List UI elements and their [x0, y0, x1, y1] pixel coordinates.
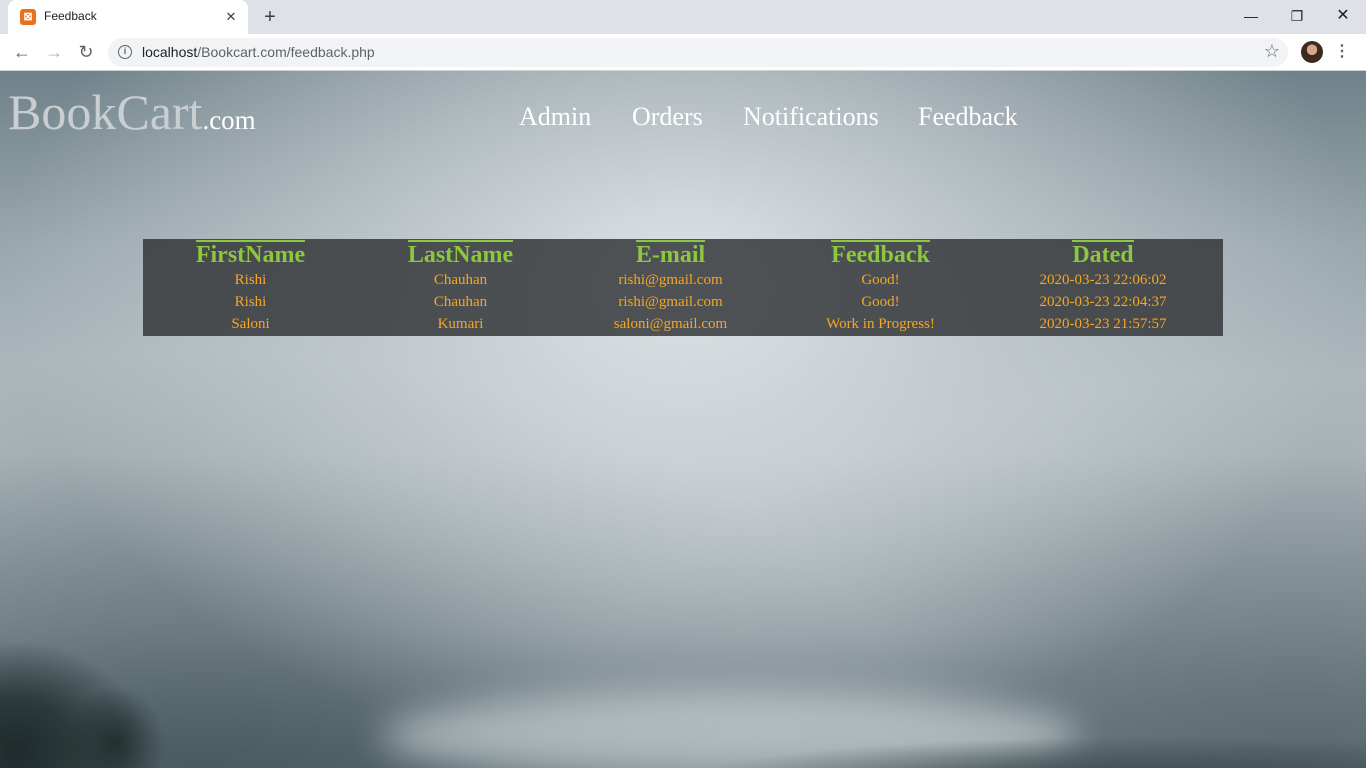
- address-bar[interactable]: i localhost/Bookcart.com/feedback.php ☆: [108, 38, 1288, 67]
- cell-firstname: Rishi: [234, 271, 267, 288]
- forward-icon[interactable]: →: [42, 40, 66, 64]
- cell-lastname: Kumari: [437, 316, 484, 333]
- cell-feedback: Good!: [861, 271, 900, 288]
- cell-dated: 2020-03-23 22:06:02: [1039, 271, 1167, 288]
- url-host: localhost: [142, 44, 198, 60]
- table-header-row: FirstName LastName E-mail Feedback Dated: [143, 239, 1223, 269]
- kebab-menu-icon[interactable]: ⋮: [1334, 41, 1350, 63]
- browser-tab-bar: ⊠ Feedback ✕ + — ❐ ✕: [0, 0, 1366, 34]
- column-header-dated: Dated: [1072, 240, 1134, 268]
- cell-feedback: Good!: [861, 293, 900, 310]
- column-header-feedback: Feedback: [831, 240, 930, 268]
- cell-email: saloni@gmail.com: [613, 316, 728, 333]
- cell-firstname: Saloni: [231, 316, 270, 333]
- main-nav: Admin Orders Notifications Feedback: [0, 102, 1366, 136]
- nav-link-admin[interactable]: Admin: [519, 102, 591, 132]
- browser-tab[interactable]: ⊠ Feedback ✕: [8, 0, 248, 34]
- reload-icon[interactable]: ↻: [74, 40, 98, 64]
- cell-email: rishi@gmail.com: [618, 271, 723, 288]
- table-row: Rishi Chauhan rishi@gmail.com Good! 2020…: [143, 291, 1223, 313]
- nav-link-notifications[interactable]: Notifications: [743, 102, 879, 132]
- minimize-icon[interactable]: —: [1236, 4, 1266, 28]
- background-tree-branch: [60, 681, 170, 768]
- restore-icon[interactable]: ❐: [1282, 4, 1312, 28]
- url-text[interactable]: localhost/Bookcart.com/feedback.php: [142, 44, 375, 60]
- cell-dated: 2020-03-23 21:57:57: [1039, 316, 1167, 333]
- xampp-icon: ⊠: [20, 9, 36, 25]
- cell-lastname: Chauhan: [433, 271, 488, 288]
- bookmark-star-icon[interactable]: ☆: [1264, 41, 1280, 62]
- page-viewport: BookCart.com Admin Orders Notifications …: [0, 71, 1366, 768]
- close-tab-icon[interactable]: ✕: [222, 8, 240, 26]
- info-icon[interactable]: i: [118, 45, 132, 59]
- cell-firstname: Rishi: [234, 293, 267, 310]
- profile-avatar[interactable]: [1301, 41, 1323, 63]
- cell-lastname: Chauhan: [433, 293, 488, 310]
- table-row: Saloni Kumari saloni@gmail.com Work in P…: [143, 314, 1223, 336]
- cell-email: rishi@gmail.com: [618, 293, 723, 310]
- table-row: Rishi Chauhan rishi@gmail.com Good! 2020…: [143, 269, 1223, 291]
- cell-dated: 2020-03-23 22:04:37: [1039, 293, 1167, 310]
- feedback-table: FirstName LastName E-mail Feedback Dated…: [143, 239, 1223, 336]
- nav-link-orders[interactable]: Orders: [632, 102, 703, 132]
- column-header-firstname: FirstName: [195, 240, 306, 268]
- background-hills: [700, 736, 1366, 768]
- new-tab-button[interactable]: +: [258, 6, 282, 28]
- back-icon[interactable]: ←: [10, 40, 34, 64]
- nav-link-feedback[interactable]: Feedback: [918, 102, 1018, 132]
- url-path: /Bookcart.com/feedback.php: [197, 44, 375, 60]
- tab-title: Feedback: [44, 9, 97, 23]
- cell-feedback: Work in Progress!: [826, 316, 935, 333]
- column-header-email: E-mail: [635, 240, 706, 268]
- column-header-lastname: LastName: [407, 240, 514, 268]
- window-close-icon[interactable]: ✕: [1328, 4, 1358, 28]
- browser-toolbar: ← → ↻ i localhost/Bookcart.com/feedback.…: [0, 34, 1366, 71]
